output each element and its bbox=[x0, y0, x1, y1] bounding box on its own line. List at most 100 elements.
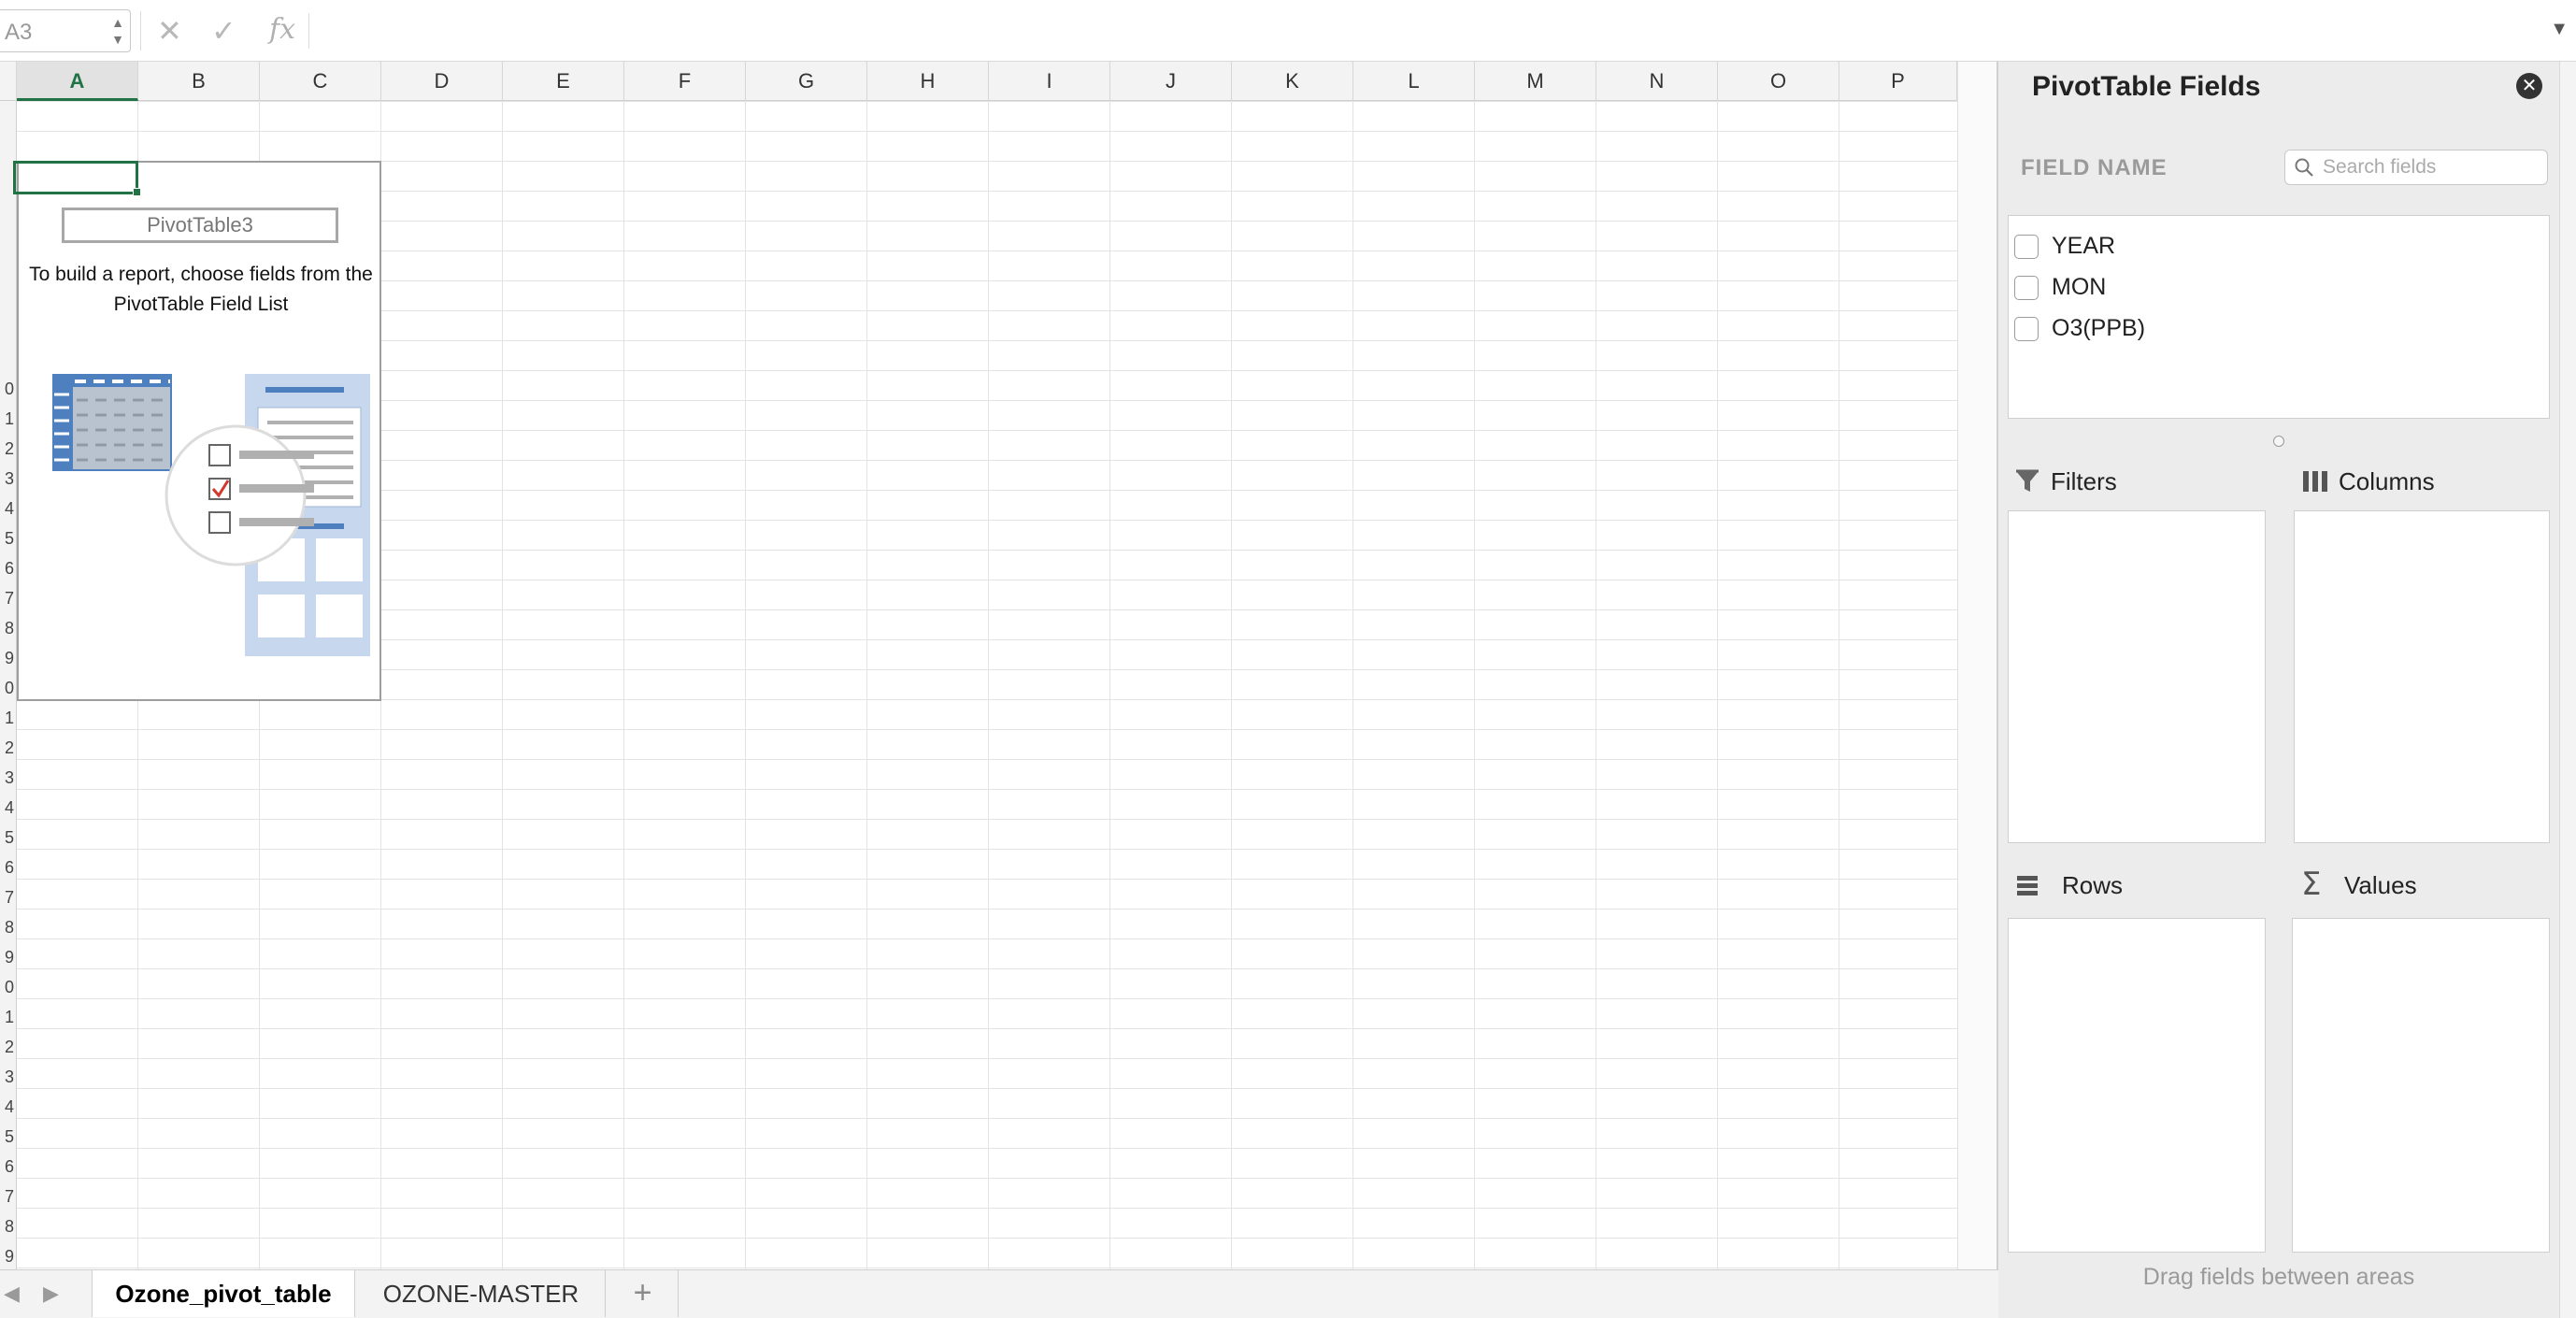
column-header-l[interactable]: L bbox=[1353, 62, 1475, 101]
sheet-tab-bar: ◀ ▶ Ozone_pivot_table OZONE-MASTER + bbox=[0, 1269, 1998, 1318]
filters-drop-area[interactable] bbox=[2008, 510, 2266, 843]
pane-footer-hint: Drag fields between areas bbox=[2142, 1264, 2415, 1290]
column-header-n[interactable]: N bbox=[1596, 62, 1718, 101]
filter-icon bbox=[2016, 469, 2039, 492]
row-header[interactable]: 4 bbox=[5, 1097, 14, 1117]
field-item-year[interactable]: YEAR bbox=[2014, 229, 2538, 263]
row-header[interactable]: 8 bbox=[5, 1217, 14, 1237]
column-header-p[interactable]: P bbox=[1839, 62, 1957, 101]
row-header[interactable]: 4 bbox=[5, 798, 14, 818]
row-header[interactable]: 8 bbox=[5, 619, 14, 638]
column-header-b[interactable]: B bbox=[138, 62, 260, 101]
row-header[interactable]: 1 bbox=[5, 409, 14, 429]
grid-scroll-gutter[interactable] bbox=[1957, 62, 1996, 1269]
column-header-h[interactable]: H bbox=[867, 62, 989, 101]
search-fields-input[interactable] bbox=[2323, 154, 2543, 180]
column-header-k[interactable]: K bbox=[1232, 62, 1353, 101]
cancel-icon[interactable]: ✕ bbox=[157, 13, 182, 49]
insert-function-icon[interactable]: fx bbox=[269, 13, 295, 46]
row-header[interactable]: 6 bbox=[5, 858, 14, 878]
selected-cell-outline[interactable] bbox=[13, 161, 138, 194]
row-header[interactable]: 5 bbox=[5, 1127, 14, 1147]
row-header[interactable]: 7 bbox=[5, 1187, 14, 1207]
select-all-corner[interactable] bbox=[0, 62, 17, 101]
column-header-j[interactable]: J bbox=[1110, 62, 1232, 101]
previous-sheet-icon[interactable]: ◀ bbox=[4, 1282, 20, 1306]
row-header[interactable]: 6 bbox=[5, 1157, 14, 1177]
row-header[interactable]: 4 bbox=[5, 499, 14, 519]
row-header[interactable]: 0 bbox=[5, 380, 14, 399]
pivot-illustration-icon bbox=[52, 374, 370, 656]
row-header[interactable]: 2 bbox=[5, 439, 14, 459]
row-header[interactable]: 1 bbox=[5, 1008, 14, 1027]
sheet-tab-ozone-pivot-table[interactable]: Ozone_pivot_table bbox=[92, 1270, 355, 1317]
pivot-table-name: PivotTable3 bbox=[62, 208, 338, 243]
column-header-c[interactable]: C bbox=[260, 62, 381, 101]
row-header-strip: 0 1 2 3 4 5 6 7 8 9 0 1 2 3 4 5 6 7 8 9 … bbox=[0, 101, 17, 1269]
row-header[interactable]: 0 bbox=[5, 679, 14, 698]
sigma-icon: Σ bbox=[2301, 866, 2322, 903]
fill-handle[interactable] bbox=[133, 188, 141, 196]
field-list: YEAR MON O3(PPB) bbox=[2008, 215, 2550, 419]
rows-drop-area[interactable] bbox=[2008, 918, 2266, 1253]
row-header[interactable]: 0 bbox=[5, 978, 14, 997]
field-checkbox[interactable] bbox=[2014, 276, 2039, 300]
row-header[interactable]: 2 bbox=[5, 1038, 14, 1057]
values-area-label: Values bbox=[2344, 871, 2417, 899]
row-header[interactable]: 3 bbox=[5, 469, 14, 489]
column-header-a[interactable]: A bbox=[17, 62, 138, 101]
row-header[interactable]: 7 bbox=[5, 589, 14, 609]
column-header-d[interactable]: D bbox=[381, 62, 503, 101]
column-header-e[interactable]: E bbox=[503, 62, 624, 101]
field-name-label: FIELD NAME bbox=[2021, 155, 2168, 180]
search-fields-box[interactable] bbox=[2284, 150, 2548, 185]
field-label: O3(PPB) bbox=[2052, 315, 2146, 341]
row-header[interactable]: 9 bbox=[5, 649, 14, 668]
sheet-tab-ozone-master[interactable]: OZONE-MASTER bbox=[357, 1270, 606, 1317]
column-header-f[interactable]: F bbox=[624, 62, 746, 101]
row-header[interactable]: 8 bbox=[5, 918, 14, 938]
row-header[interactable]: 6 bbox=[5, 559, 14, 579]
column-header-i[interactable]: I bbox=[989, 62, 1110, 101]
row-header[interactable]: 2 bbox=[5, 738, 14, 758]
values-drop-area[interactable] bbox=[2292, 918, 2550, 1253]
column-header-m[interactable]: M bbox=[1475, 62, 1596, 101]
formula-expand-icon[interactable]: ▼ bbox=[2550, 19, 2569, 40]
formula-input[interactable] bbox=[318, 11, 2542, 50]
columns-icon bbox=[2303, 471, 2327, 492]
filters-area-label: Filters bbox=[2051, 467, 2117, 495]
field-checkbox[interactable] bbox=[2014, 235, 2039, 259]
row-header[interactable]: 5 bbox=[5, 828, 14, 848]
column-header-g[interactable]: G bbox=[746, 62, 867, 101]
row-header[interactable]: 1 bbox=[5, 709, 14, 728]
row-header[interactable]: 3 bbox=[5, 1067, 14, 1087]
columns-drop-area[interactable] bbox=[2294, 510, 2550, 843]
row-header[interactable]: 5 bbox=[5, 529, 14, 549]
divider bbox=[308, 13, 309, 49]
pivot-table-placeholder[interactable]: PivotTable3 To build a report, choose fi… bbox=[17, 161, 381, 701]
row-header[interactable]: 9 bbox=[5, 948, 14, 967]
name-box-stepper-icon[interactable]: ▲ ▼ bbox=[111, 14, 124, 48]
rows-icon bbox=[2017, 876, 2038, 895]
rows-area-label: Rows bbox=[2062, 871, 2124, 899]
pane-title: PivotTable Fields bbox=[2032, 71, 2261, 102]
add-sheet-icon[interactable]: + bbox=[608, 1270, 679, 1317]
row-header[interactable]: 9 bbox=[5, 1247, 14, 1267]
close-icon[interactable]: ✕ bbox=[2516, 73, 2542, 99]
pivot-instructions: To build a report, choose fields from th… bbox=[29, 264, 373, 315]
column-header-o[interactable]: O bbox=[1718, 62, 1839, 101]
column-header-row: A B C D E F G H I J K L M N O P bbox=[0, 62, 1957, 101]
field-item-mon[interactable]: MON bbox=[2014, 270, 2538, 304]
row-header[interactable]: 7 bbox=[5, 888, 14, 908]
next-sheet-icon[interactable]: ▶ bbox=[43, 1282, 59, 1306]
field-checkbox[interactable] bbox=[2014, 317, 2039, 341]
name-box[interactable]: A3 ▲ ▼ bbox=[0, 9, 131, 52]
pane-splitter-handle[interactable] bbox=[2273, 436, 2284, 447]
formula-bar: A3 ▲ ▼ ✕ ✓ fx ▼ bbox=[0, 0, 2576, 62]
enter-check-icon[interactable]: ✓ bbox=[211, 13, 236, 49]
row-header[interactable]: 3 bbox=[5, 768, 14, 788]
name-box-value: A3 bbox=[5, 20, 33, 45]
search-icon bbox=[2295, 158, 2313, 177]
field-item-o3-ppb[interactable]: O3(PPB) bbox=[2014, 311, 2538, 345]
pane-scrollbar[interactable] bbox=[2559, 62, 2576, 1318]
